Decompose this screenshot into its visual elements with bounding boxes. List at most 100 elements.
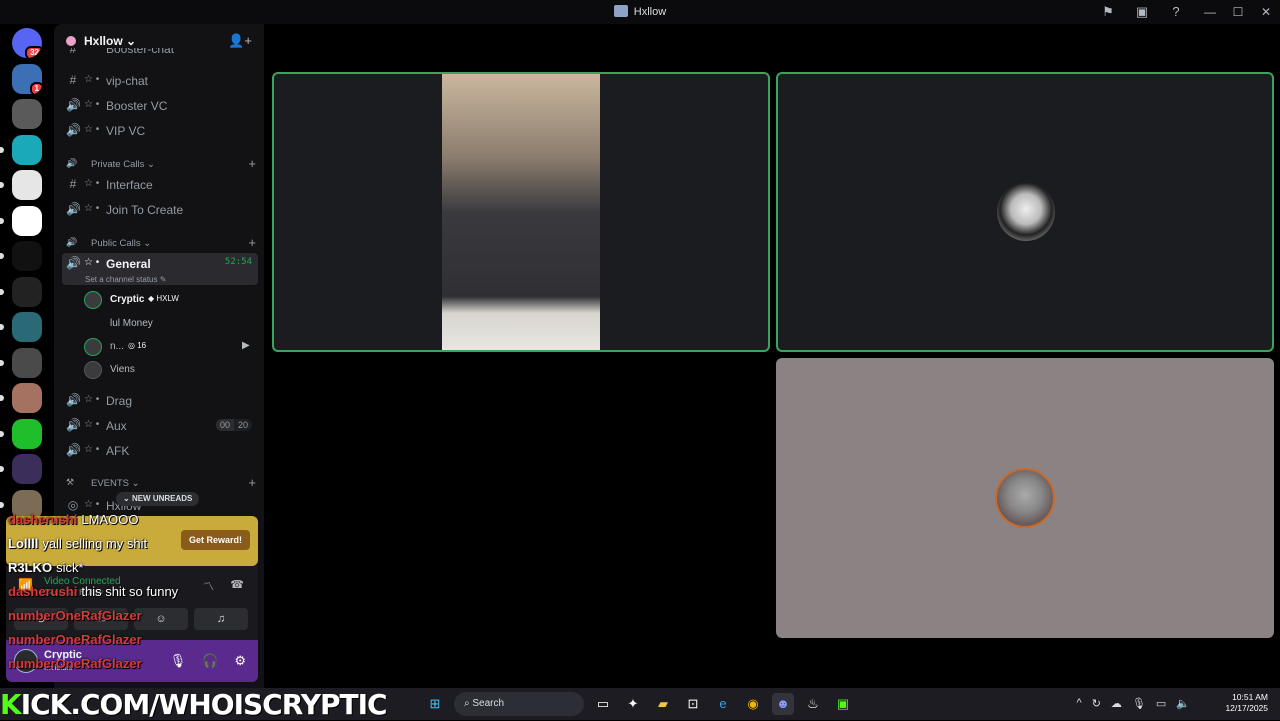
guild-icon <box>66 36 76 46</box>
speaker-icon: 🔊 <box>66 393 81 407</box>
channel-vip-chat[interactable]: # ☆ • vip-chat <box>62 70 258 92</box>
call-timer: 52:54 <box>224 257 252 267</box>
speaker-icon: 🔊 <box>66 158 78 168</box>
category-events[interactable]: ⚒ EVENTS ⌄ + <box>66 475 256 491</box>
close-button[interactable]: ✕ <box>1252 0 1280 24</box>
voice-user[interactable]: Viens <box>84 360 254 380</box>
activity-button[interactable]: ☺ <box>134 608 188 630</box>
star-icon: ☆ • <box>84 499 100 510</box>
unread-pill <box>0 430 4 437</box>
channel-drag[interactable]: 🔊 ☆ • Drag <box>62 390 258 412</box>
store-icon[interactable]: ⊡ <box>682 693 704 715</box>
unread-pill <box>0 466 4 472</box>
windows-start-icon[interactable]: ⊞ <box>424 693 446 715</box>
channel-join-to-create[interactable]: 🔊 ☆ • Join To Create <box>62 199 258 221</box>
cloud-icon[interactable]: ☁ <box>1111 697 1122 710</box>
add-channel-icon[interactable]: + <box>248 235 256 250</box>
server-icon[interactable] <box>12 276 42 307</box>
headphones-icon[interactable]: 🎧 <box>202 653 218 669</box>
camera-off-button[interactable]: ⊘ <box>14 608 68 630</box>
clock[interactable]: 10:51 AM 12/17/2025 <box>1225 692 1268 714</box>
category-public-calls[interactable]: 🔊 Public Calls ⌄ + <box>66 235 256 251</box>
volume-icon[interactable]: 🔈 <box>1176 697 1190 710</box>
server-icon[interactable] <box>12 312 42 342</box>
channel-label: AFK <box>106 444 130 458</box>
channel-vip-vc[interactable]: 🔊 ☆ • VIP VC <box>62 120 258 142</box>
task-view-icon[interactable]: ▭ <box>592 693 614 715</box>
server-icon[interactable]: 32 <box>12 28 42 58</box>
steam-icon[interactable]: ♨ <box>802 693 824 715</box>
add-channel-icon[interactable]: + <box>248 475 256 490</box>
mention-badge: 32 <box>25 46 42 58</box>
channel-booster-vc[interactable]: 🔊 ☆ • Booster VC <box>62 95 258 117</box>
voice-channel-name[interactable]: General / Hxllow <box>44 588 103 597</box>
help-icon[interactable]: ? <box>1168 4 1184 20</box>
avatar <box>84 361 102 379</box>
video-tile-avatar[interactable] <box>776 72 1274 352</box>
server-icon[interactable] <box>12 454 42 484</box>
channel-booster-chat[interactable]: # Booster-chat <box>62 48 258 60</box>
microphone-icon[interactable]: 🎙 <box>1132 697 1146 710</box>
channel-afk[interactable]: 🔊 ☆ • AFK <box>62 440 258 462</box>
channel-status[interactable]: Set a channel status ✎ <box>85 275 166 284</box>
star-icon: ☆ • <box>84 444 100 455</box>
microphone-icon[interactable]: 🎙 <box>170 653 187 669</box>
server-icon[interactable] <box>12 489 42 520</box>
channel-interface[interactable]: # ☆ • Interface <box>62 174 258 196</box>
flag-icon[interactable]: ⚑ <box>1100 4 1116 20</box>
server-icon[interactable] <box>12 205 42 236</box>
sync-icon[interactable]: ↻ <box>1092 697 1101 710</box>
get-reward-button[interactable]: Get Reward! <box>180 530 250 550</box>
server-icon[interactable] <box>12 170 42 200</box>
category-private-calls[interactable]: 🔊 Private Calls ⌄ + <box>66 156 256 172</box>
server-icon[interactable] <box>12 418 42 449</box>
star-icon: ☆ • <box>84 124 100 135</box>
voice-status: Video Connected <box>44 576 121 587</box>
participant-avatar <box>995 468 1055 528</box>
server-icon[interactable] <box>12 99 42 129</box>
voice-connection-panel: 📶 Video Connected General / Hxllow 〽 ☎ ⊘… <box>6 566 258 640</box>
user-limit-badge: 00 20 <box>215 419 252 431</box>
kick-icon[interactable]: ▣ <box>832 693 854 715</box>
speaker-icon: 🔊 <box>66 418 81 432</box>
voice-user[interactable]: Cryptic ◆ HXLW <box>84 290 254 310</box>
server-icon[interactable] <box>12 383 42 413</box>
unread-pill <box>0 253 4 259</box>
chevron-up-icon[interactable]: ^ <box>1077 697 1082 710</box>
avatar[interactable] <box>14 649 38 673</box>
chrome-icon[interactable]: ◉ <box>742 693 764 715</box>
channel-label: vip-chat <box>106 74 149 88</box>
add-channel-icon[interactable]: + <box>248 156 256 171</box>
maximize-button[interactable]: ☐ <box>1224 0 1252 24</box>
new-unreads-pill[interactable]: ⌄ NEW UNREADS <box>116 492 200 506</box>
discord-icon[interactable]: ☻ <box>772 693 794 715</box>
noise-suppression-icon[interactable]: 〽 <box>203 578 214 594</box>
disconnect-icon[interactable]: ☎ <box>230 578 244 594</box>
unread-pill <box>0 288 4 295</box>
minimize-button[interactable]: — <box>1196 0 1224 24</box>
star-icon: ☆ • <box>84 419 100 430</box>
video-tile-camera[interactable] <box>272 72 770 352</box>
camera-feed <box>442 74 600 350</box>
voice-call-stage <box>266 24 1280 688</box>
channel-aux[interactable]: 🔊 ☆ • Aux 00 20 <box>62 415 258 437</box>
speaker-icon: 🔊 <box>66 256 81 270</box>
video-tile-avatar[interactable] <box>776 358 1274 638</box>
server-icon[interactable] <box>12 241 42 271</box>
taskbar-search[interactable]: ⌕ Search <box>454 692 584 716</box>
invite-people-icon[interactable]: 👤+ <box>228 33 252 49</box>
server-icon[interactable] <box>12 134 42 165</box>
settings-gear-icon[interactable]: ⚙ <box>234 653 246 669</box>
server-icon[interactable]: 1 <box>12 63 42 94</box>
stage-icon: ◎ <box>67 498 79 512</box>
voice-user[interactable]: lul Money <box>84 314 254 334</box>
server-icon[interactable] <box>12 347 42 378</box>
file-explorer-icon[interactable]: ▰ <box>652 693 674 715</box>
edge-icon[interactable]: e <box>712 693 734 715</box>
copilot-icon[interactable]: ✦ <box>622 693 644 715</box>
voice-user[interactable]: n... ◎ 16 ▶ <box>84 337 254 357</box>
screen-share-button[interactable]: ▭ <box>74 608 128 630</box>
soundboard-button[interactable]: ♫ <box>194 608 248 630</box>
display-icon[interactable]: ▭ <box>1156 697 1166 710</box>
inbox-icon[interactable]: ▣ <box>1134 4 1150 20</box>
